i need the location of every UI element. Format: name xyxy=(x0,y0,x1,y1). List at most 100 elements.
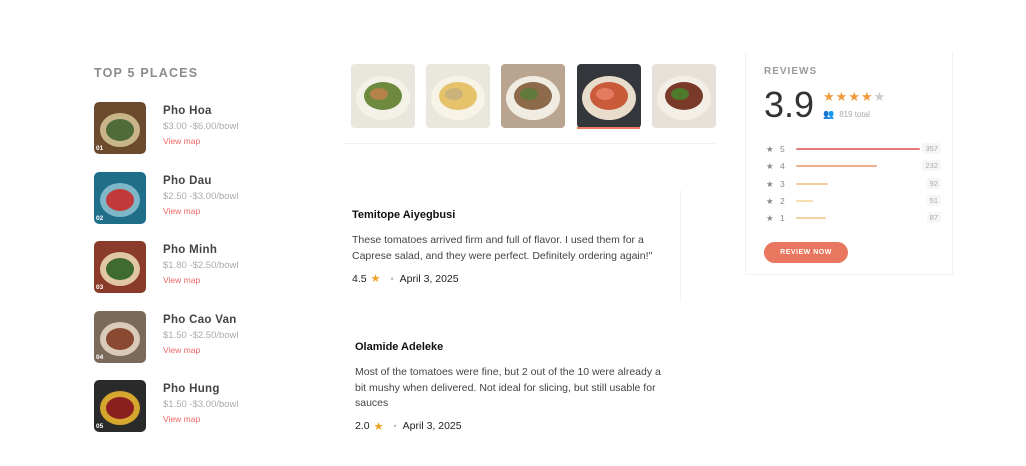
rating-count: 232 xyxy=(922,160,941,171)
place-info: Pho Hung $1.50 -$3.00/bowl View map xyxy=(163,383,239,424)
place-name: Pho Hung xyxy=(163,383,220,395)
star-icon: ★ xyxy=(766,179,774,189)
rating-stars: ★★★★★ xyxy=(823,89,886,105)
rating-row: ★ 2 51 xyxy=(766,195,941,206)
rating-row: ★ 5 357 xyxy=(766,143,941,154)
place-price: $1.80 -$2.50/bowl xyxy=(163,260,239,271)
rating-bar xyxy=(796,183,828,185)
place-item[interactable]: 03 Pho Minh $1.80 -$2.50/bowl View map xyxy=(94,241,294,293)
place-item[interactable]: 01 Pho Hoa $3.00 -$6.00/bowl View map xyxy=(94,102,294,154)
place-rank: 05 xyxy=(96,423,104,430)
review-text: These tomatoes arrived firm and full of … xyxy=(352,234,653,262)
review-author: Olamide Adeleke xyxy=(355,341,444,353)
total-count: 819 total xyxy=(839,110,870,119)
review-card: Temitope Aiyegbusi These tomatoes arrive… xyxy=(352,209,682,285)
rating-level: 4 xyxy=(780,161,785,171)
place-info: Pho Cao Van $1.50 -$2.50/bowl View map xyxy=(163,314,239,355)
average-score: 3.9 xyxy=(764,84,815,125)
review-rating: 2.0 xyxy=(355,420,370,432)
rating-count: 51 xyxy=(926,195,941,206)
place-name: Pho Cao Van xyxy=(163,313,237,326)
reviews-title: REVIEWS xyxy=(764,66,818,77)
rating-row: ★ 3 92 xyxy=(766,178,941,189)
place-name: Pho Dau xyxy=(163,174,212,187)
star-icon: ★ xyxy=(860,89,874,104)
total-reviews: 👥 819 total xyxy=(823,109,870,120)
rating-row: ★ 4 232 xyxy=(766,160,941,171)
active-thumb-indicator xyxy=(577,127,640,129)
place-info: Pho Hoa $3.00 -$6.00/bowl View map xyxy=(163,105,239,146)
place-thumbnail[interactable]: 04 xyxy=(94,310,146,363)
star-icon: ★ xyxy=(835,89,849,104)
rating-bar xyxy=(796,165,877,167)
place-thumbnail[interactable]: 03 xyxy=(94,241,146,293)
place-name: Pho Minh xyxy=(163,244,218,256)
place-info: Pho Dau $2.50 -$3.00/bowl View map xyxy=(163,175,239,216)
review-rating: 4.5 xyxy=(352,272,367,285)
rating-level: 2 xyxy=(780,196,785,206)
place-thumbnail[interactable]: 01 xyxy=(94,102,146,154)
rating-bar xyxy=(796,200,813,202)
top-places-title: TOP 5 PLACES xyxy=(94,66,199,80)
star-icon: ★ xyxy=(873,89,887,104)
place-price: $1.50 -$2.50/bowl xyxy=(163,329,239,341)
rating-count: 87 xyxy=(926,212,941,223)
view-map-link[interactable]: View map xyxy=(163,414,239,424)
place-rank: 04 xyxy=(96,353,104,361)
gallery-thumbnail[interactable] xyxy=(426,64,490,128)
place-rank: 02 xyxy=(96,214,104,222)
rating-level: 3 xyxy=(780,179,785,189)
rating-level: 5 xyxy=(780,144,785,154)
place-price: $2.50 -$3.00/bowl xyxy=(163,190,239,202)
gallery-thumbnail[interactable] xyxy=(577,64,641,128)
review-date: April 3, 2025 xyxy=(399,272,459,285)
place-rank: 01 xyxy=(96,145,104,152)
view-map-link[interactable]: View map xyxy=(163,275,239,285)
star-icon: ★ xyxy=(848,89,861,104)
review-meta: 2.0 ★ • April 3, 2025 xyxy=(355,420,670,433)
place-thumbnail[interactable]: 02 xyxy=(94,171,146,224)
place-rank: 03 xyxy=(96,284,104,291)
place-item[interactable]: 02 Pho Dau $2.50 -$3.00/bowl View map xyxy=(94,171,294,224)
separator-dot: • xyxy=(390,273,394,284)
review-author: Temitope Aiyegbusi xyxy=(352,209,456,221)
gallery-thumbnail[interactable] xyxy=(351,64,415,128)
star-icon: ★ xyxy=(766,161,774,171)
place-name: Pho Hoa xyxy=(163,105,212,117)
rating-row: ★ 1 87 xyxy=(766,212,941,223)
view-map-link[interactable]: View map xyxy=(163,206,239,216)
rating-bar xyxy=(796,217,826,219)
divider xyxy=(343,143,715,144)
rating-count: 357 xyxy=(922,143,941,154)
star-icon: ★ xyxy=(766,196,774,206)
gallery-thumbnail[interactable] xyxy=(501,64,565,128)
view-map-link[interactable]: View map xyxy=(163,345,239,355)
rating-count: 92 xyxy=(926,178,941,189)
place-price: $3.00 -$6.00/bowl xyxy=(163,121,239,132)
star-icon: ★ xyxy=(370,273,381,285)
places-list: 01 Pho Hoa $3.00 -$6.00/bowl View map 02 Pho … xyxy=(94,102,294,432)
rating-bar xyxy=(796,148,920,150)
separator-dot: • xyxy=(393,421,397,431)
place-thumbnail[interactable]: 05 xyxy=(94,380,146,432)
gallery-thumbnail[interactable] xyxy=(652,64,716,128)
place-info: Pho Minh $1.80 -$2.50/bowl View map xyxy=(163,244,239,285)
reviews-summary: REVIEWS 3.9 ★★★★★ 👥 819 total ★ 5 357 ★ 4 232… xyxy=(745,52,953,275)
top-places-panel: TOP 5 PLACES 01 Pho Hoa $3.00 -$6.00/bowl V… xyxy=(94,66,294,450)
review-text: Most of the tomatoes were fine, but 2 ou… xyxy=(355,366,661,409)
review-meta: 4.5 ★ • April 3, 2025 xyxy=(352,272,682,286)
review-card: Olamide Adeleke Most of the tomatoes wer… xyxy=(355,341,670,433)
divider xyxy=(680,190,681,302)
star-icon: ★ xyxy=(373,420,384,433)
star-icon: ★ xyxy=(766,144,774,154)
users-icon: 👥 xyxy=(823,109,835,119)
place-item[interactable]: 04 Pho Cao Van $1.50 -$2.50/bowl View map xyxy=(94,310,294,363)
review-date: April 3, 2025 xyxy=(402,420,462,432)
star-icon: ★ xyxy=(823,89,836,104)
place-price: $1.50 -$3.00/bowl xyxy=(163,399,239,410)
place-item[interactable]: 05 Pho Hung $1.50 -$3.00/bowl View map xyxy=(94,380,294,432)
review-now-button[interactable]: REVIEW NOW xyxy=(764,242,848,263)
rating-level: 1 xyxy=(780,213,785,223)
star-icon: ★ xyxy=(766,213,774,223)
view-map-link[interactable]: View map xyxy=(163,136,239,146)
